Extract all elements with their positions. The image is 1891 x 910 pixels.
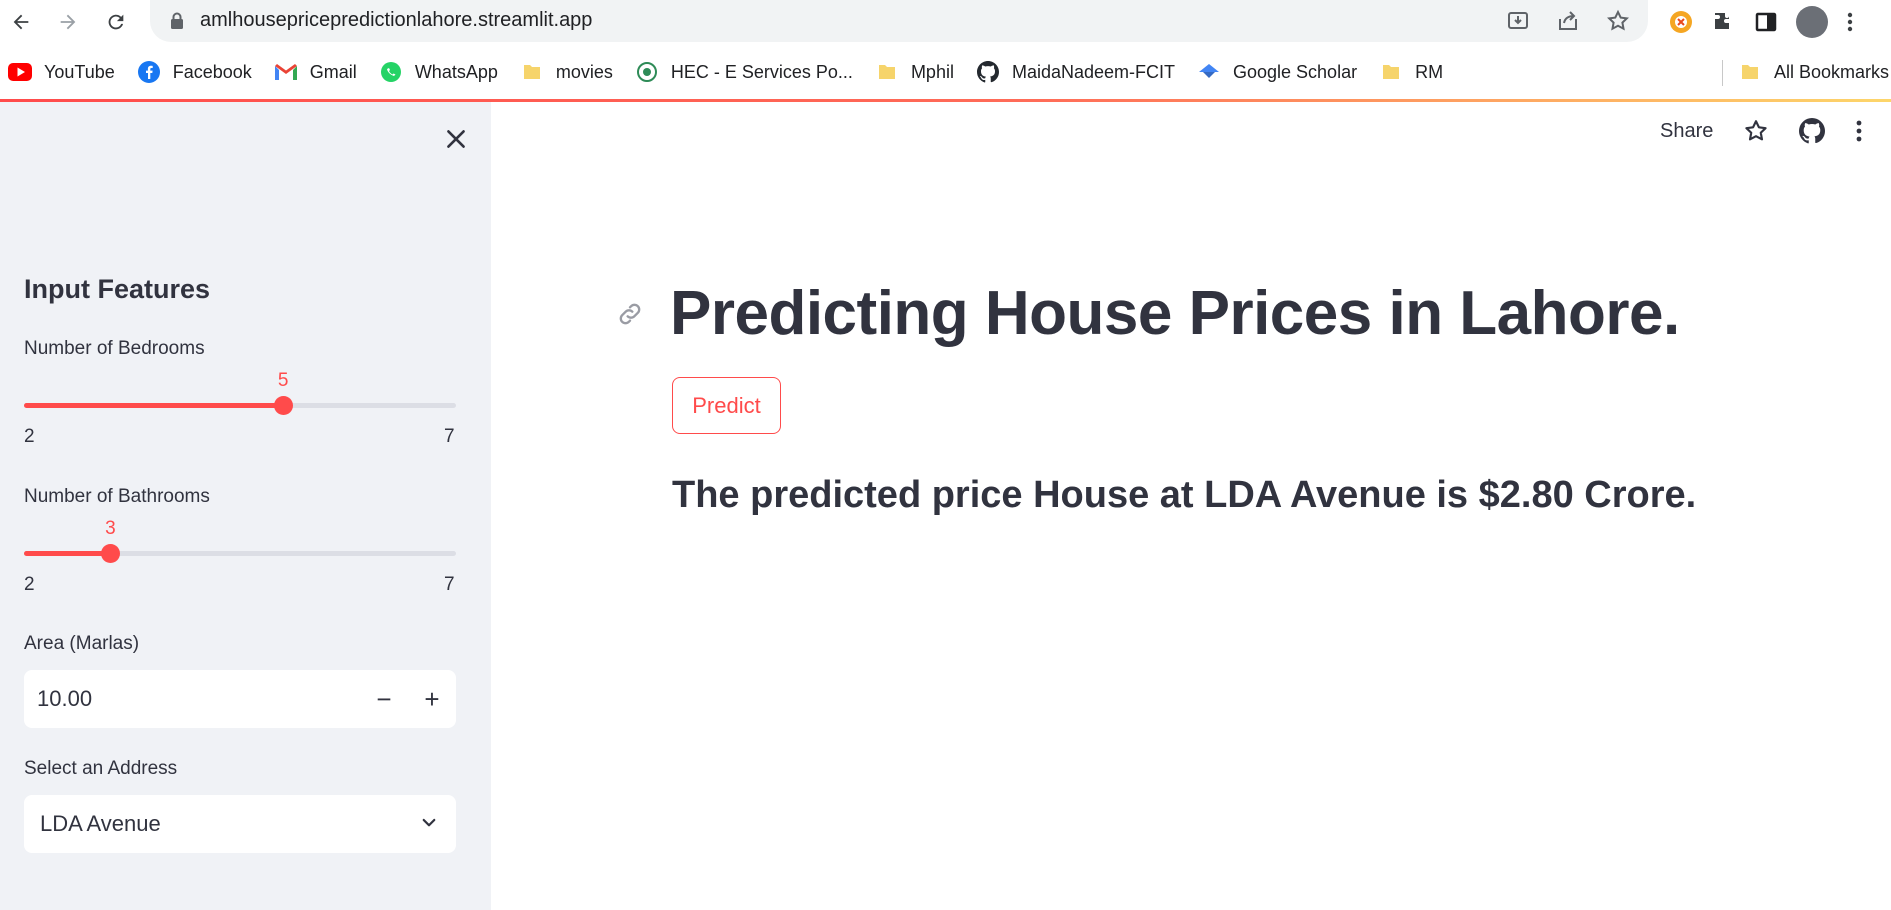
bookmark-label: Google Scholar — [1233, 61, 1358, 82]
bookmark-google-scholar[interactable]: Google Scholar — [1197, 54, 1357, 90]
bookmark-movies[interactable]: movies — [520, 54, 613, 90]
prediction-result: The predicted price House at LDA Avenue … — [672, 474, 1697, 516]
bedrooms-slider-fill — [24, 403, 284, 408]
forward-arrow-icon — [60, 14, 76, 30]
back-arrow-icon — [13, 14, 29, 30]
bookmark-github[interactable]: MaidaNadeem-FCIT — [976, 54, 1175, 90]
bookmark-hec[interactable]: HEC - E Services Po... — [635, 54, 853, 90]
bathrooms-slider[interactable]: 3 — [24, 518, 456, 563]
bedrooms-label: Number of Bedrooms — [24, 338, 205, 359]
facebook-icon — [137, 61, 160, 83]
close-sidebar-icon[interactable] — [443, 126, 469, 152]
profile-avatar[interactable] — [1796, 6, 1828, 38]
bedrooms-min: 2 — [24, 426, 35, 447]
bedrooms-value: 5 — [277, 370, 289, 391]
github-icon — [976, 61, 999, 83]
bookmark-label: HEC - E Services Po... — [670, 61, 853, 82]
bookmarks-separator — [1722, 60, 1723, 86]
page-title: Predicting House Prices in Lahore. — [670, 279, 1680, 348]
address-selected-value: LDA Avenue — [40, 811, 161, 836]
reload-button[interactable] — [102, 8, 130, 36]
bedrooms-slider[interactable]: 5 — [24, 370, 456, 415]
browser-chrome: amlhousepricepredictionlahore.streamlit.… — [0, 0, 1891, 101]
bedrooms-max: 7 — [444, 426, 455, 447]
hec-icon — [636, 62, 657, 82]
bookmark-label: RM — [1415, 61, 1444, 82]
all-bookmarks-button[interactable]: All Bookmarks — [1738, 54, 1889, 90]
sidebar-heading: Input Features — [24, 274, 211, 304]
folder-icon — [878, 65, 895, 79]
lock-icon — [171, 12, 183, 29]
extensions-puzzle-icon[interactable] — [1712, 10, 1736, 34]
bathrooms-max: 7 — [444, 574, 455, 595]
chevron-down-icon — [422, 818, 436, 827]
favorite-star-icon[interactable] — [1743, 118, 1769, 144]
area-number-input[interactable]: 10.00 − + — [24, 670, 456, 728]
bathrooms-value: 3 — [105, 518, 116, 539]
bookmark-mphil[interactable]: Mphil — [875, 54, 954, 90]
side-panel-icon[interactable] — [1754, 10, 1778, 34]
bathrooms-min: 2 — [24, 574, 35, 595]
folder-icon — [1742, 65, 1758, 79]
bookmark-label: Gmail — [309, 61, 357, 82]
bathrooms-slider-fill — [24, 551, 111, 556]
url-text[interactable]: amlhousepricepredictionlahore.streamlit.… — [200, 9, 592, 32]
folder-icon — [523, 65, 540, 79]
area-decrement-button[interactable]: − — [360, 670, 408, 728]
bookmark-youtube[interactable]: YouTube — [8, 54, 115, 90]
bathrooms-slider-thumb[interactable] — [101, 544, 121, 563]
bathrooms-label: Number of Bathrooms — [24, 486, 210, 507]
address-select[interactable]: LDA Avenue — [24, 795, 456, 853]
bookmark-label: Facebook — [172, 61, 252, 82]
bookmark-label: movies — [555, 61, 613, 82]
bookmark-facebook[interactable]: Facebook — [137, 54, 252, 90]
app-header: Share — [1660, 118, 1863, 144]
app-menu-icon[interactable] — [1855, 118, 1863, 144]
github-repo-icon[interactable] — [1799, 118, 1826, 144]
bedrooms-slider-thumb[interactable] — [274, 396, 294, 415]
bookmark-gmail[interactable]: Gmail — [274, 54, 357, 90]
area-label: Area (Marlas) — [24, 633, 140, 654]
share-page-icon[interactable] — [1556, 9, 1580, 33]
forward-button[interactable] — [54, 8, 82, 36]
scholar-icon — [1199, 64, 1219, 78]
anchor-link-icon[interactable] — [616, 300, 644, 328]
address-bar[interactable]: amlhousepricepredictionlahore.streamlit.… — [150, 0, 1648, 42]
share-button[interactable]: Share — [1660, 120, 1713, 143]
predict-button[interactable]: Predict — [672, 377, 781, 434]
install-app-icon[interactable] — [1506, 9, 1530, 33]
bookmark-whatsapp[interactable]: WhatsApp — [379, 54, 498, 90]
address-label: Select an Address — [24, 758, 178, 779]
bookmark-label: YouTube — [44, 61, 115, 82]
bookmark-label: MaidaNadeem-FCIT — [1011, 61, 1175, 82]
all-bookmarks-label: All Bookmarks — [1774, 61, 1890, 82]
back-button[interactable] — [7, 8, 35, 36]
bookmark-star-icon[interactable] — [1606, 9, 1630, 33]
bookmark-label: WhatsApp — [414, 61, 498, 82]
bookmark-rm[interactable]: RM — [1379, 54, 1443, 90]
youtube-icon — [8, 63, 32, 81]
area-increment-button[interactable]: + — [408, 670, 456, 728]
gmail-icon — [274, 64, 297, 80]
reload-icon — [108, 14, 124, 30]
whatsapp-icon — [380, 62, 401, 82]
browser-menu-icon[interactable] — [1846, 10, 1854, 34]
bookmarks-bar: YouTube Facebook Gmail WhatsApp movies H… — [0, 54, 1891, 90]
extension-badge-icon[interactable] — [1668, 9, 1694, 35]
area-value[interactable]: 10.00 — [37, 686, 92, 712]
bookmark-label: Mphil — [910, 61, 954, 82]
folder-icon — [1383, 65, 1400, 79]
sidebar: Input Features Number of Bedrooms 5 2 7 … — [0, 102, 491, 910]
